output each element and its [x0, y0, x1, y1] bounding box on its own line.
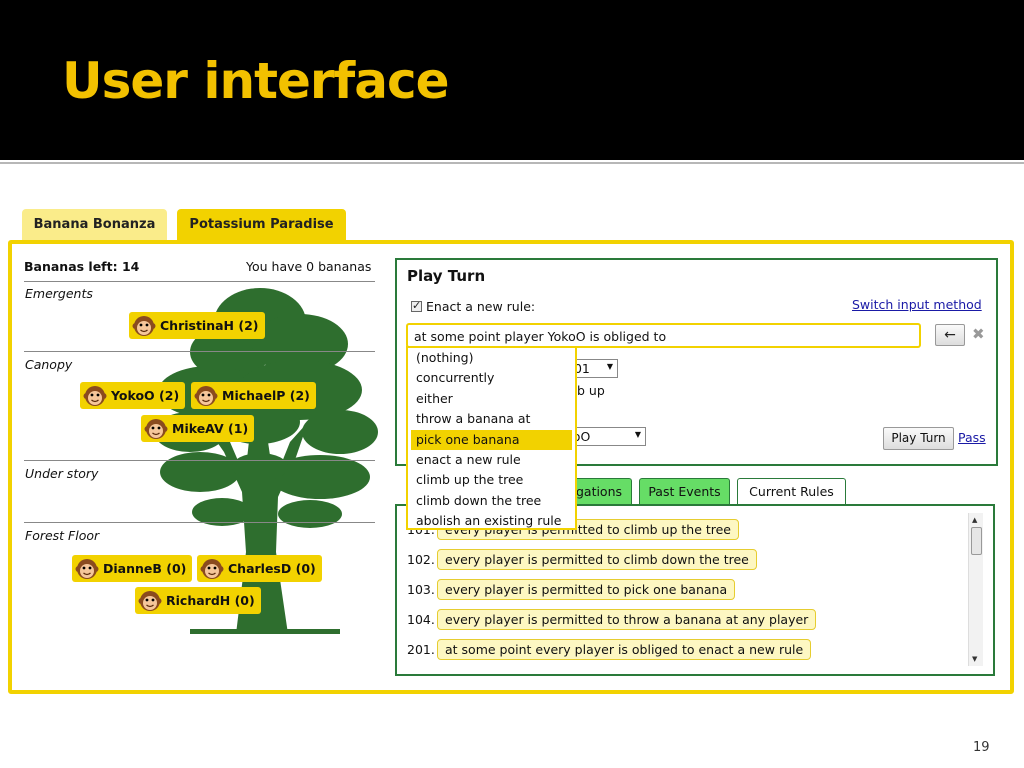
- dropdown-option[interactable]: concurrently: [408, 368, 575, 388]
- monkey-icon: [75, 558, 99, 579]
- enact-rule-checkbox[interactable]: [411, 299, 422, 312]
- layer-divider: [24, 522, 375, 523]
- tab-past-events[interactable]: Past Events: [639, 478, 730, 505]
- monkey-icon: [83, 385, 107, 406]
- chevron-down-icon: ▼: [606, 362, 613, 371]
- layer-divider: [24, 281, 375, 282]
- player-name: RichardH (0): [166, 593, 255, 608]
- dropdown-option[interactable]: either: [408, 389, 575, 409]
- layer-divider: [24, 351, 375, 352]
- rule-text: every player is permitted to pick one ba…: [437, 579, 736, 600]
- rule-number: 103.: [407, 582, 435, 597]
- player-chip[interactable]: ChristinaH (2): [129, 312, 265, 339]
- back-button[interactable]: ←: [935, 324, 965, 346]
- rule-text: every player is permitted to throw a ban…: [437, 609, 817, 630]
- rule-row: 104. every player is permitted to throw …: [407, 609, 817, 630]
- play-turn-button[interactable]: Play Turn: [883, 427, 954, 450]
- layer-label-forest-floor: Forest Floor: [25, 528, 100, 543]
- page-number: 19: [973, 740, 990, 755]
- enact-rule-option[interactable]: Enact a new rule:: [411, 299, 535, 314]
- rule-row: 102. every player is permitted to climb …: [407, 549, 757, 570]
- rules-scrollbar[interactable]: ▲ ▼: [968, 513, 983, 666]
- tab-current-rules[interactable]: Current Rules: [737, 478, 846, 507]
- player-name: ChristinaH (2): [160, 318, 259, 333]
- dropdown-option[interactable]: climb up the tree: [408, 470, 575, 490]
- dropdown-option[interactable]: climb down the tree: [408, 491, 575, 511]
- chevron-down-icon: ▼: [634, 430, 641, 439]
- player-name: CharlesD (0): [228, 561, 316, 576]
- clear-icon[interactable]: ✖: [972, 325, 985, 343]
- player-name: MichaelP (2): [222, 388, 310, 403]
- rule-number: 201.: [407, 642, 435, 657]
- player-chip[interactable]: RichardH (0): [135, 587, 261, 614]
- rule-number: 104.: [407, 612, 435, 627]
- dropdown-option[interactable]: throw a banana at: [408, 409, 575, 429]
- monkey-icon: [144, 418, 168, 439]
- rule-number: 102.: [407, 552, 435, 567]
- dropdown-option-selected[interactable]: pick one banana: [411, 429, 572, 450]
- layer-label-canopy: Canopy: [25, 357, 73, 372]
- scroll-thumb[interactable]: [971, 527, 982, 555]
- player-chip[interactable]: MichaelP (2): [191, 382, 316, 409]
- scroll-down-icon[interactable]: ▼: [972, 655, 977, 663]
- player-name: DianneB (0): [103, 561, 187, 576]
- player-name: MikeAV (1): [172, 421, 249, 436]
- tab-banana-bonanza[interactable]: Banana Bonanza: [22, 209, 167, 241]
- dropdown-option[interactable]: abolish an existing rule: [408, 511, 575, 531]
- rule-row: 103. every player is permitted to pick o…: [407, 579, 736, 600]
- player-chip[interactable]: YokoO (2): [80, 382, 186, 409]
- switch-input-method-link[interactable]: Switch input method: [852, 297, 982, 312]
- slide-title: User interface: [62, 52, 450, 110]
- bananas-left-label: Bananas left: 14: [24, 259, 140, 274]
- player-chip[interactable]: DianneB (0): [72, 555, 193, 582]
- monkey-icon: [200, 558, 224, 579]
- rule-text: at some point every player is obliged to…: [437, 639, 812, 660]
- rule-text: every player is permitted to climb down …: [437, 549, 757, 570]
- layer-label-emergents: Emergents: [25, 286, 93, 301]
- banana-count-label: You have 0 bananas: [246, 259, 372, 274]
- layer-divider: [24, 460, 375, 461]
- monkey-icon: [138, 590, 162, 611]
- enact-rule-label: Enact a new rule:: [426, 299, 536, 314]
- player-chip[interactable]: CharlesD (0): [197, 555, 322, 582]
- layer-label-understory: Under story: [25, 466, 99, 481]
- rule-row: 201. at some point every player is oblig…: [407, 639, 812, 660]
- rule-input[interactable]: at some point player YokoO is obliged to: [406, 323, 921, 348]
- dropdown-option[interactable]: enact a new rule: [408, 450, 575, 470]
- scroll-up-icon[interactable]: ▲: [972, 516, 977, 524]
- header-divider: [0, 160, 1024, 168]
- player-name: YokoO (2): [111, 388, 180, 403]
- pass-link[interactable]: Pass: [958, 430, 986, 445]
- partial-option-text: b up: [577, 383, 605, 398]
- play-turn-title: Play Turn: [407, 267, 486, 285]
- rule-suggestion-dropdown: (nothing) concurrently either throw a ba…: [406, 346, 577, 530]
- tab-potassium-paradise[interactable]: Potassium Paradise: [177, 209, 346, 243]
- dropdown-option[interactable]: (nothing): [408, 348, 575, 368]
- monkey-icon: [132, 315, 156, 336]
- player-chip[interactable]: MikeAV (1): [141, 415, 255, 442]
- monkey-icon: [194, 385, 218, 406]
